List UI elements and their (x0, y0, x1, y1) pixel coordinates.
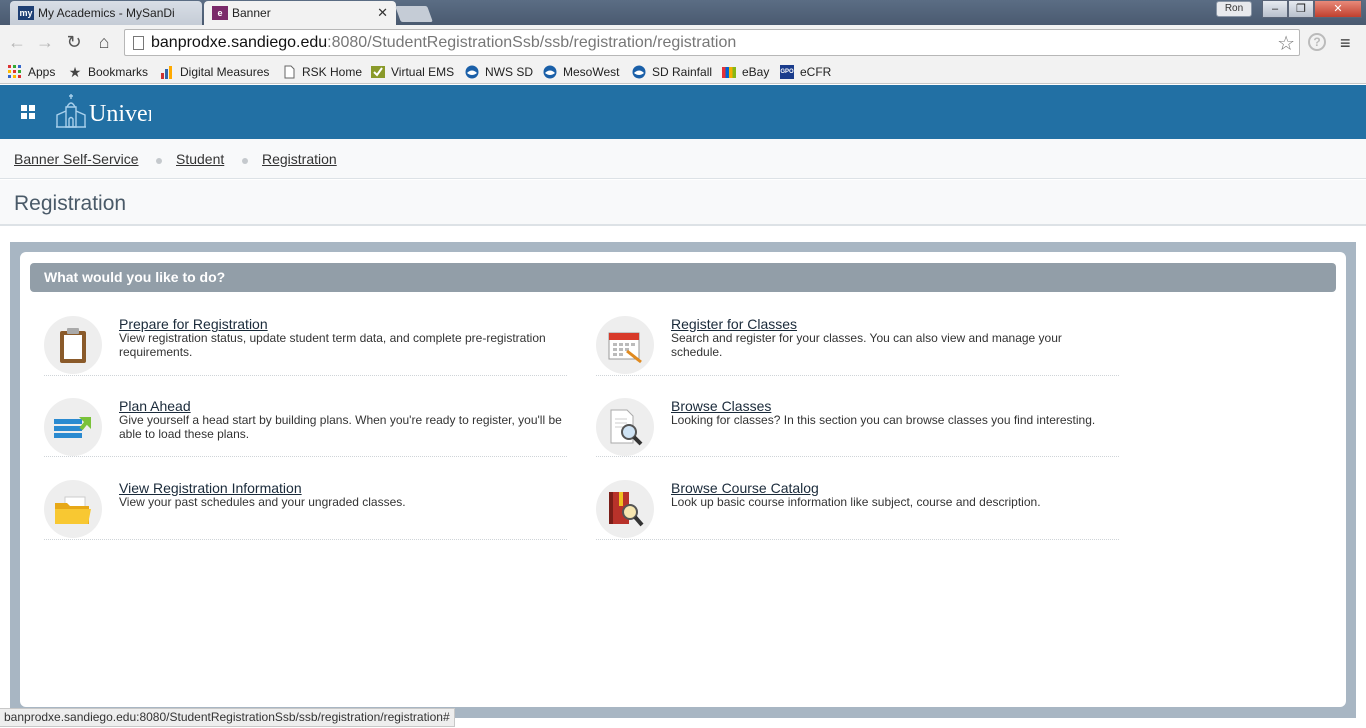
breadcrumb-separator (242, 158, 248, 164)
tab-my-academics[interactable]: my My Academics - MySanDi (10, 1, 202, 25)
task-description: Search and register for your classes. Yo… (671, 331, 1062, 359)
ebay-icon (722, 65, 736, 79)
tab-banner[interactable]: e Banner ✕ (204, 1, 396, 25)
breadcrumb: Banner Self-Service Student Registration (0, 139, 1366, 179)
task-description: View your past schedules and your ungrad… (119, 495, 406, 509)
calendar-icon (596, 316, 654, 374)
bookmark-bookmarks[interactable]: ★ Bookmarks (68, 62, 148, 82)
new-tab-button[interactable] (395, 6, 433, 22)
back-button[interactable]: ← (5, 30, 29, 54)
task-description: Give yourself a head start by building p… (119, 413, 562, 441)
browser-status-bar: banprodxe.sandiego.edu:8080/StudentRegis… (0, 708, 455, 727)
app-menu-grid-icon[interactable] (21, 105, 35, 119)
banner-favicon-icon: e (212, 6, 228, 20)
university-logo-text[interactable]: University of San Diego (89, 101, 151, 128)
page-title: Registration (14, 192, 127, 215)
tab-label: My Academics - MySanDi (38, 6, 175, 20)
forward-button[interactable]: → (33, 30, 57, 54)
bookmark-nws-sd[interactable]: NWS SD (465, 62, 533, 82)
bookmark-star-icon[interactable]: ☆ (1277, 31, 1295, 56)
apps-icon (8, 65, 22, 79)
task-prepare-for-registration: Prepare for Registration View registrati… (44, 316, 567, 376)
tab-close-icon[interactable]: ✕ (377, 1, 388, 25)
help-icon[interactable]: ? (1308, 33, 1326, 51)
banner-app-bar: University of San Diego (0, 85, 1366, 139)
register-for-classes-link[interactable]: Register for Classes (671, 316, 797, 332)
gpo-icon: GPO (780, 65, 794, 79)
noaa-icon (543, 65, 557, 79)
breadcrumb-registration[interactable]: Registration (262, 151, 337, 167)
home-button[interactable]: ⌂ (92, 30, 116, 54)
breadcrumb-separator (156, 158, 162, 164)
close-window-button[interactable]: ✕ (1314, 0, 1362, 18)
panel-heading: What would you like to do? (44, 269, 226, 285)
plan-ahead-link[interactable]: Plan Ahead (119, 398, 191, 414)
minimize-button[interactable]: – (1262, 0, 1288, 18)
folder-icon (44, 480, 102, 538)
task-view-registration-information: View Registration Information View your … (44, 480, 567, 540)
task-browse-course-catalog: Browse Course Catalog Look up basic cour… (596, 480, 1119, 540)
task-browse-classes: Browse Classes Looking for classes? In t… (596, 398, 1119, 457)
task-plan-ahead: Plan Ahead Give yourself a head start by… (44, 398, 567, 457)
browse-course-catalog-link[interactable]: Browse Course Catalog (671, 480, 819, 496)
breadcrumb-banner-self-service[interactable]: Banner Self-Service (14, 151, 139, 167)
task-register-for-classes: Register for Classes Search and register… (596, 316, 1119, 376)
task-description: Look up basic course information like su… (671, 495, 1041, 509)
bookmark-digital-measures[interactable]: Digital Measures (160, 62, 269, 82)
bookmark-ebay[interactable]: eBay (722, 62, 769, 82)
task-description: Looking for classes? In this section you… (671, 413, 1096, 427)
bookmark-apps[interactable]: Apps (8, 62, 55, 82)
clipboard-icon (44, 316, 102, 374)
reload-button[interactable]: ↻ (62, 30, 86, 54)
usd-logo-icon (56, 94, 86, 128)
chrome-menu-icon[interactable]: ≡ (1340, 33, 1351, 54)
noaa-icon (632, 65, 646, 79)
noaa-icon (465, 65, 479, 79)
document-search-icon (596, 398, 654, 456)
tab-label: Banner (232, 6, 271, 20)
bookmark-virtual-ems[interactable]: Virtual EMS (371, 62, 454, 82)
prepare-for-registration-link[interactable]: Prepare for Registration (119, 316, 268, 332)
bookmark-mesowest[interactable]: MesoWest (543, 62, 619, 82)
page-icon (133, 36, 144, 50)
page-icon (282, 65, 296, 79)
task-description: View registration status, update student… (119, 331, 546, 359)
page-title-bar: Registration (0, 180, 1366, 226)
plan-list-icon (44, 398, 102, 456)
panel-header: What would you like to do? (30, 263, 1336, 292)
virtual-ems-icon (371, 65, 385, 79)
view-registration-information-link[interactable]: View Registration Information (119, 480, 302, 496)
digital-measures-icon (160, 65, 174, 79)
maximize-button[interactable]: ❐ (1288, 0, 1314, 18)
address-bar[interactable]: banprodxe.sandiego.edu:8080/StudentRegis… (124, 29, 1300, 56)
bookmark-rsk-home[interactable]: RSK Home (282, 62, 362, 82)
star-icon: ★ (68, 64, 82, 80)
url-text[interactable]: banprodxe.sandiego.edu:8080/StudentRegis… (151, 34, 736, 52)
breadcrumb-student[interactable]: Student (176, 151, 224, 167)
bookmarks-bar: Apps ★ Bookmarks Digital Measures RSK Hom… (0, 60, 1366, 84)
bookmark-ecfr[interactable]: GPO eCFR (780, 62, 831, 82)
mysandiego-favicon-icon: my (18, 6, 34, 20)
profile-button[interactable]: Ron (1216, 1, 1252, 17)
browser-toolbar: ← → ↻ ⌂ banprodxe.sandiego.edu:8080/Stud… (0, 25, 1366, 60)
browse-classes-link[interactable]: Browse Classes (671, 398, 771, 414)
bookmark-sd-rainfall[interactable]: SD Rainfall (632, 62, 712, 82)
browser-tab-strip: my My Academics - MySanDi e Banner ✕ Ron… (0, 0, 1366, 25)
book-search-icon (596, 480, 654, 538)
